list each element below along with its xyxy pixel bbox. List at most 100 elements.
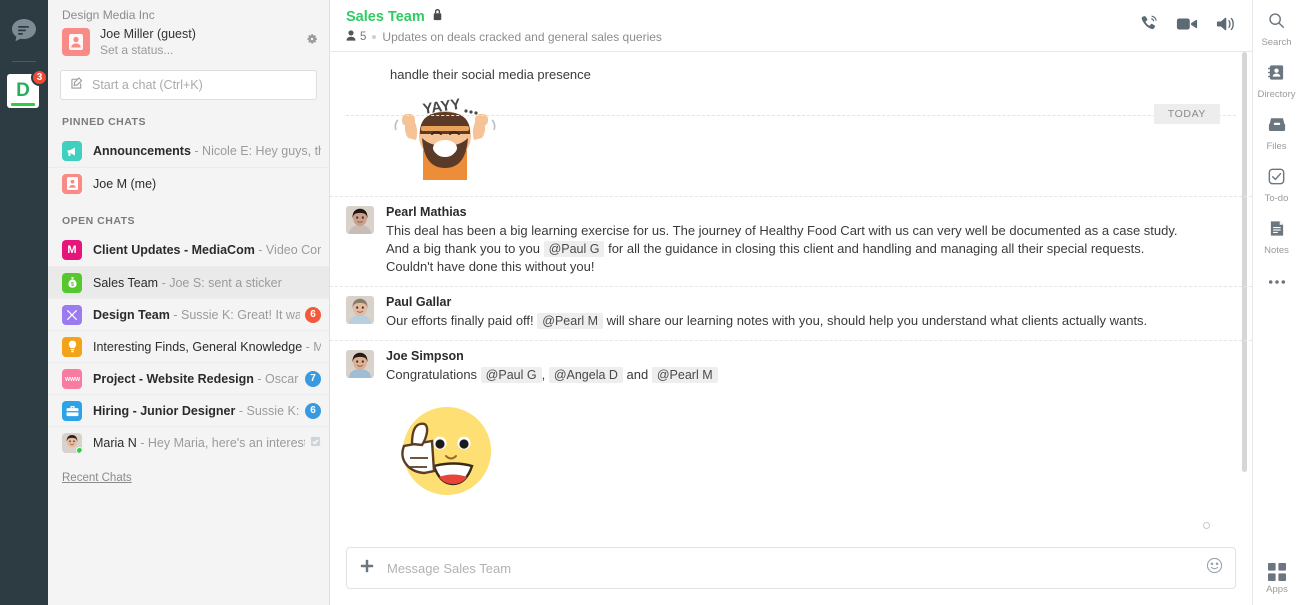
mention-chip[interactable]: @Pearl M xyxy=(652,367,718,383)
recent-chats-link[interactable]: Recent Chats xyxy=(48,458,329,484)
chat-list-item[interactable]: Announcements - Nicole E: Hey guys, the … xyxy=(48,135,329,167)
chat-list-item-name: Project - Website Redesign xyxy=(93,372,254,386)
contact-card-icon xyxy=(62,174,82,194)
audio-call-icon[interactable] xyxy=(1139,14,1158,38)
chat-list-item[interactable]: $Sales Team - Joe S: sent a sticker xyxy=(48,266,329,298)
message-text-run: Congratulations xyxy=(386,367,481,382)
message-composer[interactable] xyxy=(346,547,1236,589)
start-a-chat-box[interactable] xyxy=(60,70,317,100)
lock-icon xyxy=(432,8,443,26)
chat-list-item-preview: - Video Conferenc xyxy=(255,243,321,257)
thumbs-up-smiley-sticker[interactable] xyxy=(330,398,1252,503)
app-unread-badge: 3 xyxy=(31,69,48,86)
briefcase-icon xyxy=(62,401,82,421)
chat-list-item-name: Joe M (me) xyxy=(93,177,156,191)
chat-list-item-name: Interesting Finds, General Knowledge xyxy=(93,340,302,354)
chat-list-item-name: Announcements xyxy=(93,144,191,158)
avatar[interactable] xyxy=(346,296,374,324)
message-author[interactable]: Joe Simpson xyxy=(386,349,1192,363)
current-user-status[interactable]: Set a status... xyxy=(100,42,305,58)
message-row: Pearl MathiasThis deal has been a big le… xyxy=(346,205,1192,276)
channel-header: Sales Team xyxy=(330,0,1252,52)
message-list[interactable]: TODAY handle their social media presence… xyxy=(330,52,1252,537)
megaphone-icon xyxy=(62,141,82,161)
svg-text:WWW: WWW xyxy=(65,377,80,383)
video-call-icon[interactable] xyxy=(1176,15,1198,38)
avatar[interactable] xyxy=(346,206,374,234)
compose-icon xyxy=(70,76,84,95)
chat-list-item[interactable]: Joe M (me) xyxy=(48,167,329,199)
search-input[interactable] xyxy=(92,78,307,92)
right-rail-item-label: Notes xyxy=(1264,245,1289,256)
read-receipt-indicator xyxy=(1203,522,1210,529)
mention-chip[interactable]: @Paul G xyxy=(544,241,605,257)
gear-icon[interactable] xyxy=(305,26,319,51)
current-user-name: Joe Miller (guest) xyxy=(100,26,305,42)
page-title[interactable]: Sales Team xyxy=(346,9,425,25)
apps-section: Apps xyxy=(1253,563,1300,595)
chat-list-item[interactable]: Design Team - Sussie K: Great! It was fu… xyxy=(48,298,329,330)
files-icon xyxy=(1268,116,1286,138)
chat-list-item[interactable]: M Client Updates - MediaCom - Video Confe… xyxy=(48,234,329,266)
avatar[interactable] xyxy=(346,350,374,378)
right-rail-item-directory[interactable]: Directory xyxy=(1253,64,1300,100)
letter-m-icon: M xyxy=(62,240,82,260)
sidebar: Design Media Inc Joe Miller (guest) Set … xyxy=(48,0,330,605)
chat-list-item-name: Client Updates - MediaCom xyxy=(93,243,255,257)
member-count[interactable]: 5 xyxy=(346,30,366,44)
chat-list-item-text: Sales Team - Joe S: sent a sticker xyxy=(93,276,321,290)
message-author[interactable]: Pearl Mathias xyxy=(386,205,1192,219)
right-rail-item-notes[interactable]: Notes xyxy=(1253,220,1300,256)
message-input[interactable] xyxy=(387,561,1206,576)
channel-topic[interactable]: Updates on deals cracked and general sal… xyxy=(382,30,662,44)
chat-list-item-text: Design Team - Sussie K: Great! It was fu… xyxy=(93,308,300,322)
message: Paul Gallar Our efforts finally paid off!… xyxy=(330,286,1252,340)
user-photo-avatar xyxy=(62,433,82,453)
mention-chip[interactable]: @Angela D xyxy=(549,367,623,383)
message-body: Pearl MathiasThis deal has been a big le… xyxy=(386,205,1192,276)
right-rail-item-files[interactable]: Files xyxy=(1253,116,1300,152)
emoji-icon[interactable] xyxy=(1206,557,1223,579)
right-rail-items: Search Directory Files To-do Notes xyxy=(1253,12,1300,306)
message-author[interactable]: Paul Gallar xyxy=(386,295,1192,309)
current-user-row[interactable]: Joe Miller (guest) Set a status... xyxy=(48,26,329,58)
speaker-icon[interactable] xyxy=(1216,15,1236,38)
right-rail-item-to-do[interactable]: To-do xyxy=(1253,168,1300,204)
more-ellipsis-icon xyxy=(1268,272,1286,290)
message-body: Joe SimpsonCongratulations @Paul G, @Ang… xyxy=(386,349,1192,384)
right-rail-item-more[interactable] xyxy=(1253,272,1300,290)
chat-list-item-name: Sales Team xyxy=(93,276,158,290)
messages-container: Pearl MathiasThis deal has been a big le… xyxy=(330,196,1252,394)
chat-list-item[interactable]: WWW Project - Website Redesign - Oscar G:… xyxy=(48,362,329,394)
chat-list-item-preview: - Nicole E: Hey guys, the N... xyxy=(191,144,321,158)
tools-icon xyxy=(62,305,82,325)
yayy-caveman-sticker[interactable]: YAYY xyxy=(346,90,1192,190)
message-text: Our efforts finally paid off! @Pearl M w… xyxy=(386,312,1192,330)
apps-label: Apps xyxy=(1266,584,1288,595)
directory-icon xyxy=(1268,64,1285,86)
rail-divider xyxy=(12,61,36,62)
message: Joe SimpsonCongratulations @Paul G, @Ang… xyxy=(330,340,1252,394)
chat-bubble-logo-icon[interactable] xyxy=(7,14,41,48)
mention-chip[interactable]: @Paul G xyxy=(481,367,542,383)
chat-list-item-preview: - Hey Maria, here's an interesting... xyxy=(137,436,305,450)
chat-list-item-preview: - Maria N xyxy=(302,340,321,354)
unread-badge: 7 xyxy=(305,371,321,387)
member-count-value: 5 xyxy=(360,31,366,43)
chat-list-item[interactable]: Maria N - Hey Maria, here's an interesti… xyxy=(48,426,329,458)
message-body: Paul Gallar Our efforts finally paid off!… xyxy=(386,295,1192,330)
avatar xyxy=(62,28,90,56)
apps-grid-icon[interactable]: Apps xyxy=(1253,563,1300,595)
plus-icon[interactable] xyxy=(359,558,375,579)
notes-icon xyxy=(1269,220,1285,242)
message-text-run: will share our learning notes with you, … xyxy=(603,313,1147,328)
chat-list-item[interactable]: Interesting Finds, General Knowledge - M… xyxy=(48,330,329,362)
unread-badge: 6 xyxy=(305,307,321,323)
app-switcher-tile[interactable]: D 3 xyxy=(7,74,41,110)
chat-list-item-text: Project - Website Redesign - Oscar G: Do… xyxy=(93,372,300,386)
right-rail-item-search[interactable]: Search xyxy=(1253,12,1300,48)
mention-chip[interactable]: @Pearl M xyxy=(537,313,603,329)
chat-list-item-preview: - Oscar G: Do... xyxy=(254,372,300,386)
chat-list-item[interactable]: Hiring - Junior Designer - Sussie K: Yes… xyxy=(48,394,329,426)
right-rail: Search Directory Files To-do Notes Apps xyxy=(1252,0,1300,605)
